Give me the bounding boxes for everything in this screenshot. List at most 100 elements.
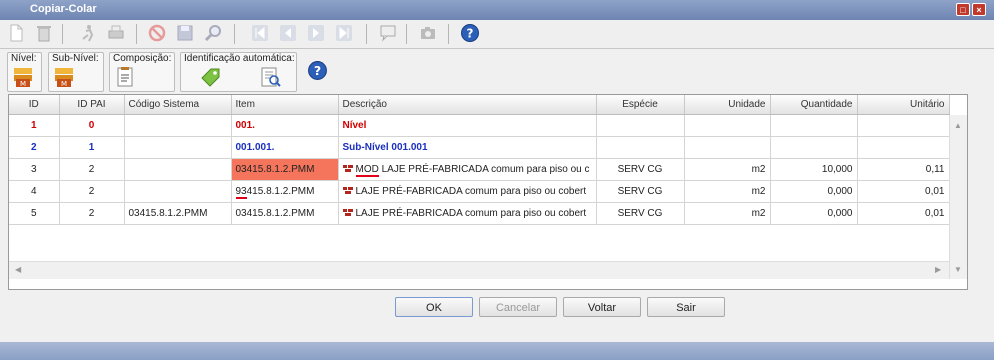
cell-unitario: 0,01 — [857, 180, 950, 203]
cell-unitario — [857, 136, 950, 159]
group-identificacao-label: Identificação automática: — [184, 53, 295, 64]
cell-item: 03415.8.1.2.PMM — [231, 202, 339, 225]
ok-button[interactable]: OK — [395, 297, 473, 317]
cell-id-pai: 2 — [59, 202, 125, 225]
cell-unidade: m2 — [684, 202, 771, 225]
col-header-descricao[interactable]: Descrição — [338, 95, 597, 115]
group-composicao-label: Composição: — [113, 53, 172, 64]
cell-id-pai: 0 — [59, 114, 125, 137]
items-table: ID ID PAI Código Sistema Item Descrição … — [9, 95, 950, 225]
save-icon[interactable] — [175, 23, 195, 43]
cell-unidade — [684, 114, 771, 137]
cell-id-pai: 2 — [59, 158, 125, 181]
item-prefix-underlined: 93 — [235, 186, 247, 199]
cell-codigo — [124, 158, 232, 181]
cancel-icon[interactable] — [147, 23, 167, 43]
cell-id: 3 — [9, 158, 60, 181]
col-header-id-pai[interactable]: ID PAI — [59, 95, 125, 115]
cell-quantidade: 0,000 — [770, 180, 858, 203]
close-icon[interactable]: × — [972, 3, 986, 16]
cell-id: 5 — [9, 202, 60, 225]
col-header-item[interactable]: Item — [231, 95, 339, 115]
last-icon[interactable] — [334, 23, 354, 43]
nivel-icon[interactable]: M — [12, 66, 36, 88]
run-icon[interactable] — [78, 23, 98, 43]
table-row[interactable]: 4 2 93415.8.1.2.PMM LAJE PRÉ-FABRICADA c… — [9, 180, 950, 203]
cell-unitario: 0,11 — [857, 158, 950, 181]
desc-text: LAJE PRÉ-FABRICADA comum para piso ou co… — [355, 186, 587, 197]
table-row[interactable]: 3 2 03415.8.1.2.PMM MOD LAJE PRÉ-FABRICA… — [9, 158, 950, 181]
cell-unidade — [684, 136, 771, 159]
scroll-up-icon[interactable]: ▲ — [954, 121, 962, 130]
document-search-icon[interactable] — [259, 66, 283, 88]
cell-item-highlighted[interactable]: 03415.8.1.2.PMM — [231, 158, 339, 181]
bottom-bar — [0, 342, 994, 360]
back-button[interactable]: Voltar — [563, 297, 641, 317]
col-header-id[interactable]: ID — [9, 95, 60, 115]
cell-especie — [596, 114, 685, 137]
table-row[interactable]: 5 2 03415.8.1.2.PMM 03415.8.1.2.PMM LAJE… — [9, 202, 950, 225]
bricks-icon — [342, 209, 353, 217]
camera-icon[interactable] — [418, 23, 438, 43]
svg-text:M: M — [61, 80, 67, 88]
svg-text:?: ? — [314, 63, 321, 78]
cancel-button[interactable]: Cancelar — [479, 297, 557, 317]
col-header-unidade[interactable]: Unidade — [684, 95, 771, 115]
print-icon[interactable] — [106, 23, 126, 43]
col-header-unitario[interactable]: Unitário — [857, 95, 950, 115]
cell-quantidade — [770, 114, 858, 137]
delete-icon[interactable] — [34, 23, 54, 43]
search-icon[interactable] — [203, 23, 223, 43]
cell-quantidade — [770, 136, 858, 159]
cell-codigo — [124, 114, 232, 137]
next-icon[interactable] — [306, 23, 326, 43]
svg-text:?: ? — [467, 27, 474, 41]
cell-id: 2 — [9, 136, 60, 159]
cell-descricao: Sub-Nível 001.001 — [338, 136, 597, 159]
cell-item: 001.001. — [231, 136, 339, 159]
group-nivel-label: Nível: — [11, 53, 37, 64]
scroll-down-icon[interactable]: ▼ — [954, 265, 962, 274]
group-identificacao: Identificação automática: — [180, 52, 297, 92]
cell-descricao: Nível — [338, 114, 597, 137]
table-row[interactable]: 1 0 001. Nível — [9, 114, 950, 137]
cell-item: 001. — [231, 114, 339, 137]
svg-text:M: M — [20, 80, 26, 88]
desc-text: LAJE PRÉ-FABRICADA comum para piso ou co… — [355, 208, 587, 219]
cell-unitario — [857, 114, 950, 137]
col-header-codigo-sistema[interactable]: Código Sistema — [124, 95, 232, 115]
cell-descricao: LAJE PRÉ-FABRICADA comum para piso ou co… — [338, 180, 597, 203]
subnivel-icon[interactable]: M — [53, 66, 77, 88]
window-title: Copiar-Colar — [30, 3, 97, 15]
horizontal-scrollbar[interactable]: ◀ ▶ — [9, 261, 949, 279]
table-row[interactable]: 2 1 001.001. Sub-Nível 001.001 — [9, 136, 950, 159]
composicao-icon[interactable] — [114, 66, 138, 88]
cell-codigo — [124, 136, 232, 159]
cell-especie: SERV CG — [596, 158, 685, 181]
scroll-right-icon[interactable]: ▶ — [935, 265, 941, 274]
cell-especie: SERV CG — [596, 202, 685, 225]
exit-button[interactable]: Sair — [647, 297, 725, 317]
cell-descricao: LAJE PRÉ-FABRICADA comum para piso ou co… — [338, 202, 597, 225]
bricks-icon — [342, 187, 353, 195]
cell-codigo: 03415.8.1.2.PMM — [124, 202, 232, 225]
comment-icon[interactable] — [378, 23, 398, 43]
vertical-scrollbar[interactable]: ▲ ▼ — [949, 115, 967, 279]
cell-quantidade: 0,000 — [770, 202, 858, 225]
scroll-left-icon[interactable]: ◀ — [15, 265, 21, 274]
toolbar: ? — [0, 20, 994, 49]
col-header-quantidade[interactable]: Quantidade — [770, 95, 858, 115]
new-icon[interactable] — [6, 23, 26, 43]
col-header-especie[interactable]: Espécie — [596, 95, 685, 115]
group-composicao: Composição: — [109, 52, 175, 92]
help-icon[interactable]: ? — [460, 23, 480, 43]
maximize-icon[interactable]: □ — [956, 3, 970, 16]
help-icon[interactable]: ? — [307, 60, 328, 81]
prev-icon[interactable] — [278, 23, 298, 43]
tag-icon[interactable] — [199, 66, 223, 88]
cell-unitario: 0,01 — [857, 202, 950, 225]
cell-id-pai: 1 — [59, 136, 125, 159]
desc-text: LAJE PRÉ-FABRICADA comum para piso ou c — [378, 164, 590, 175]
cell-codigo — [124, 180, 232, 203]
first-icon[interactable] — [250, 23, 270, 43]
